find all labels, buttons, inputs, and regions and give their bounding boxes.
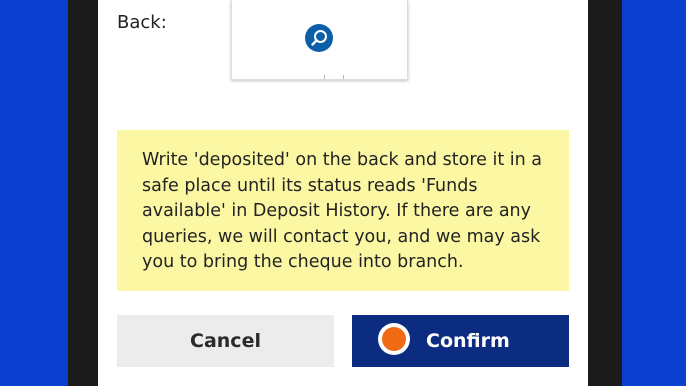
thumbnail-edge-marks [324,75,344,79]
notice-text: Write 'deposited' on the back and store … [142,150,542,272]
zoom-in-button[interactable] [305,24,333,52]
cancel-button[interactable]: Cancel [117,315,334,367]
cancel-button-label: Cancel [190,330,261,352]
zoom-in-icon [311,30,327,46]
deposit-instructions-notice: Write 'deposited' on the back and store … [117,130,569,291]
back-image-label: Back: [117,12,167,33]
confirm-button[interactable]: Confirm [352,315,569,367]
background-left [0,0,68,386]
background-right [622,0,686,386]
loading-indicator-icon [378,323,410,355]
confirm-button-label: Confirm [426,330,510,352]
